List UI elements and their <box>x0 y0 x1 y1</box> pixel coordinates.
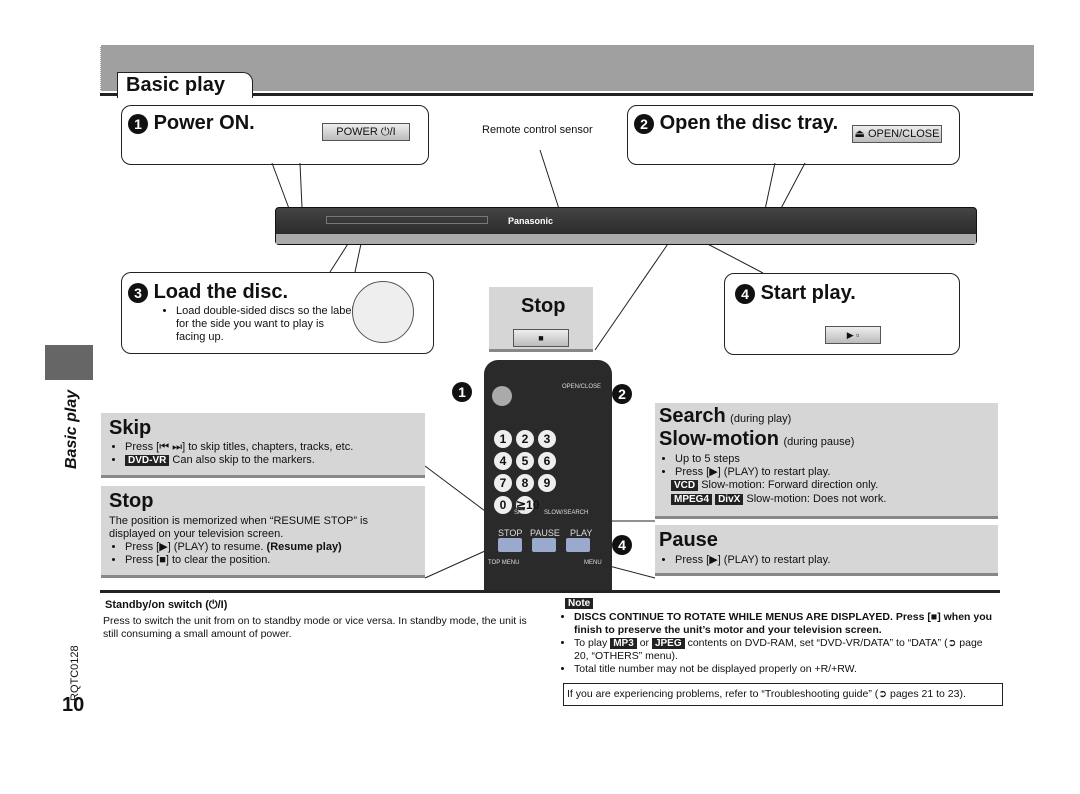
stop-title: Stop <box>109 490 154 512</box>
resume-label: (Resume play) <box>266 541 342 553</box>
step4-box: 4 Start play. ▶ ▫ <box>724 273 960 355</box>
search-box: Search (during play) Slow-motion (during… <box>655 403 998 519</box>
skip-box: Skip Press [⏮ ⏭] to skip titles, chapter… <box>101 413 425 478</box>
side-marker <box>45 345 93 380</box>
note-text: or <box>639 637 650 649</box>
search-bullet: Press [▶] (PLAY) to restart play. <box>675 466 1005 479</box>
step-number: 3 <box>128 283 148 303</box>
number-key[interactable]: 7 <box>494 474 512 492</box>
slow-label: SLOW/SEARCH <box>544 510 589 516</box>
mp3-tag: MP3 <box>610 638 637 649</box>
pause-key-label: PAUSE <box>530 528 560 538</box>
load-instruction: Load double-sided discs so the label for… <box>176 305 356 344</box>
number-key[interactable]: 4 <box>494 452 512 470</box>
search-title: Search <box>659 405 726 427</box>
pause-bullet: Press [▶] (PLAY) to restart play. <box>675 554 1005 567</box>
callout-2: 2 <box>612 384 632 404</box>
disc-icon <box>352 281 414 343</box>
clear-text: Press [■] to clear the position. <box>125 554 425 567</box>
number-key[interactable]: 0 <box>494 496 512 514</box>
menu-label: MENU <box>584 560 602 566</box>
play-button[interactable]: ▶ ▫ <box>825 326 881 344</box>
troubleshooting-note: If you are experiencing problems, refer … <box>563 683 1003 706</box>
step-number: 4 <box>735 284 755 304</box>
step3-box: 3 Load the disc. Load double-sided discs… <box>121 272 434 354</box>
number-key[interactable]: 5 <box>516 452 534 470</box>
number-key[interactable]: 2 <box>516 430 534 448</box>
top-menu-label: TOP MENU <box>488 560 520 566</box>
stop-text: The position is memorized when “RESUME S… <box>109 515 368 540</box>
player-trim <box>276 234 976 244</box>
number-key[interactable]: 3 <box>538 430 556 448</box>
stop-button[interactable]: ■ <box>513 329 569 347</box>
skip-note: Can also skip to the markers. <box>172 454 315 466</box>
pause-key[interactable] <box>532 538 556 552</box>
number-key[interactable]: 6 <box>538 452 556 470</box>
number-key[interactable]: 1 <box>494 430 512 448</box>
power-key[interactable] <box>492 386 512 406</box>
resume-text: Press [▶] (PLAY) to resume. <box>125 541 264 553</box>
document-code: RQTC0128 <box>69 645 81 701</box>
stop-key-label: STOP <box>498 528 523 538</box>
vcd-tag: VCD <box>671 480 699 491</box>
play-key-label: PLAY <box>570 528 593 538</box>
stop-key[interactable] <box>498 538 522 552</box>
skip-title: Skip <box>109 417 152 439</box>
callout-4: 4 <box>612 535 632 555</box>
side-label: Basic play <box>63 389 80 469</box>
note-label: Note <box>565 598 594 609</box>
vcd-note: Slow-motion: Forward direction only. <box>701 479 879 491</box>
player-front: Panasonic <box>275 207 977 245</box>
standby-text: Press to switch the unit from on to stan… <box>103 615 527 640</box>
number-key[interactable]: 9 <box>538 474 556 492</box>
mpeg-note: Slow-motion: Does not work. <box>746 493 887 505</box>
search-note: (during play) <box>730 413 792 425</box>
disc-slot <box>326 216 488 224</box>
note-bullet: Total title number may not be displayed … <box>574 663 994 676</box>
skip-label: SKIP <box>514 510 528 516</box>
callout-1: 1 <box>452 382 472 402</box>
number-key[interactable]: 8 <box>516 474 534 492</box>
jpeg-tag: JPEG <box>651 638 685 649</box>
slow-title: Slow-motion <box>659 428 779 450</box>
dvd-vr-tag: DVD-VR <box>125 455 170 466</box>
page-number: 10 <box>62 694 85 716</box>
slow-note: (during pause) <box>783 436 855 448</box>
divx-tag: DivX <box>715 494 744 505</box>
step-title: Load the disc. <box>153 281 289 303</box>
open-close-key-label: OPEN/CLOSE <box>562 384 602 390</box>
stop-title: Stop <box>521 295 566 317</box>
mpeg4-tag: MPEG4 <box>671 494 713 505</box>
note-bullet: DISCS CONTINUE TO ROTATE WHILE MENUS ARE… <box>574 611 994 637</box>
skip-bullet: Press [⏮ ⏭] to skip titles, chapters, tr… <box>125 441 425 454</box>
step-title: Start play. <box>760 282 856 304</box>
play-key[interactable] <box>566 538 590 552</box>
pause-title: Pause <box>659 529 718 551</box>
divider <box>100 590 1000 593</box>
remote-control: OPEN/CLOSE 1 2 3 4 5 6 7 8 9 0 ≧10 SKIP SLOW/SEARC… <box>484 360 612 592</box>
brand-logo: Panasonic <box>508 216 554 226</box>
pause-box: Pause Press [▶] (PLAY) to restart play. <box>655 525 998 576</box>
stop-box: Stop The position is memorized when “RES… <box>101 486 425 578</box>
search-bullet: Up to 5 steps <box>675 453 1005 466</box>
standby-title: Standby/on switch (⏻/I) <box>105 599 228 611</box>
stop-top-box: Stop ■ <box>489 287 593 352</box>
note-text: To play <box>574 637 608 649</box>
